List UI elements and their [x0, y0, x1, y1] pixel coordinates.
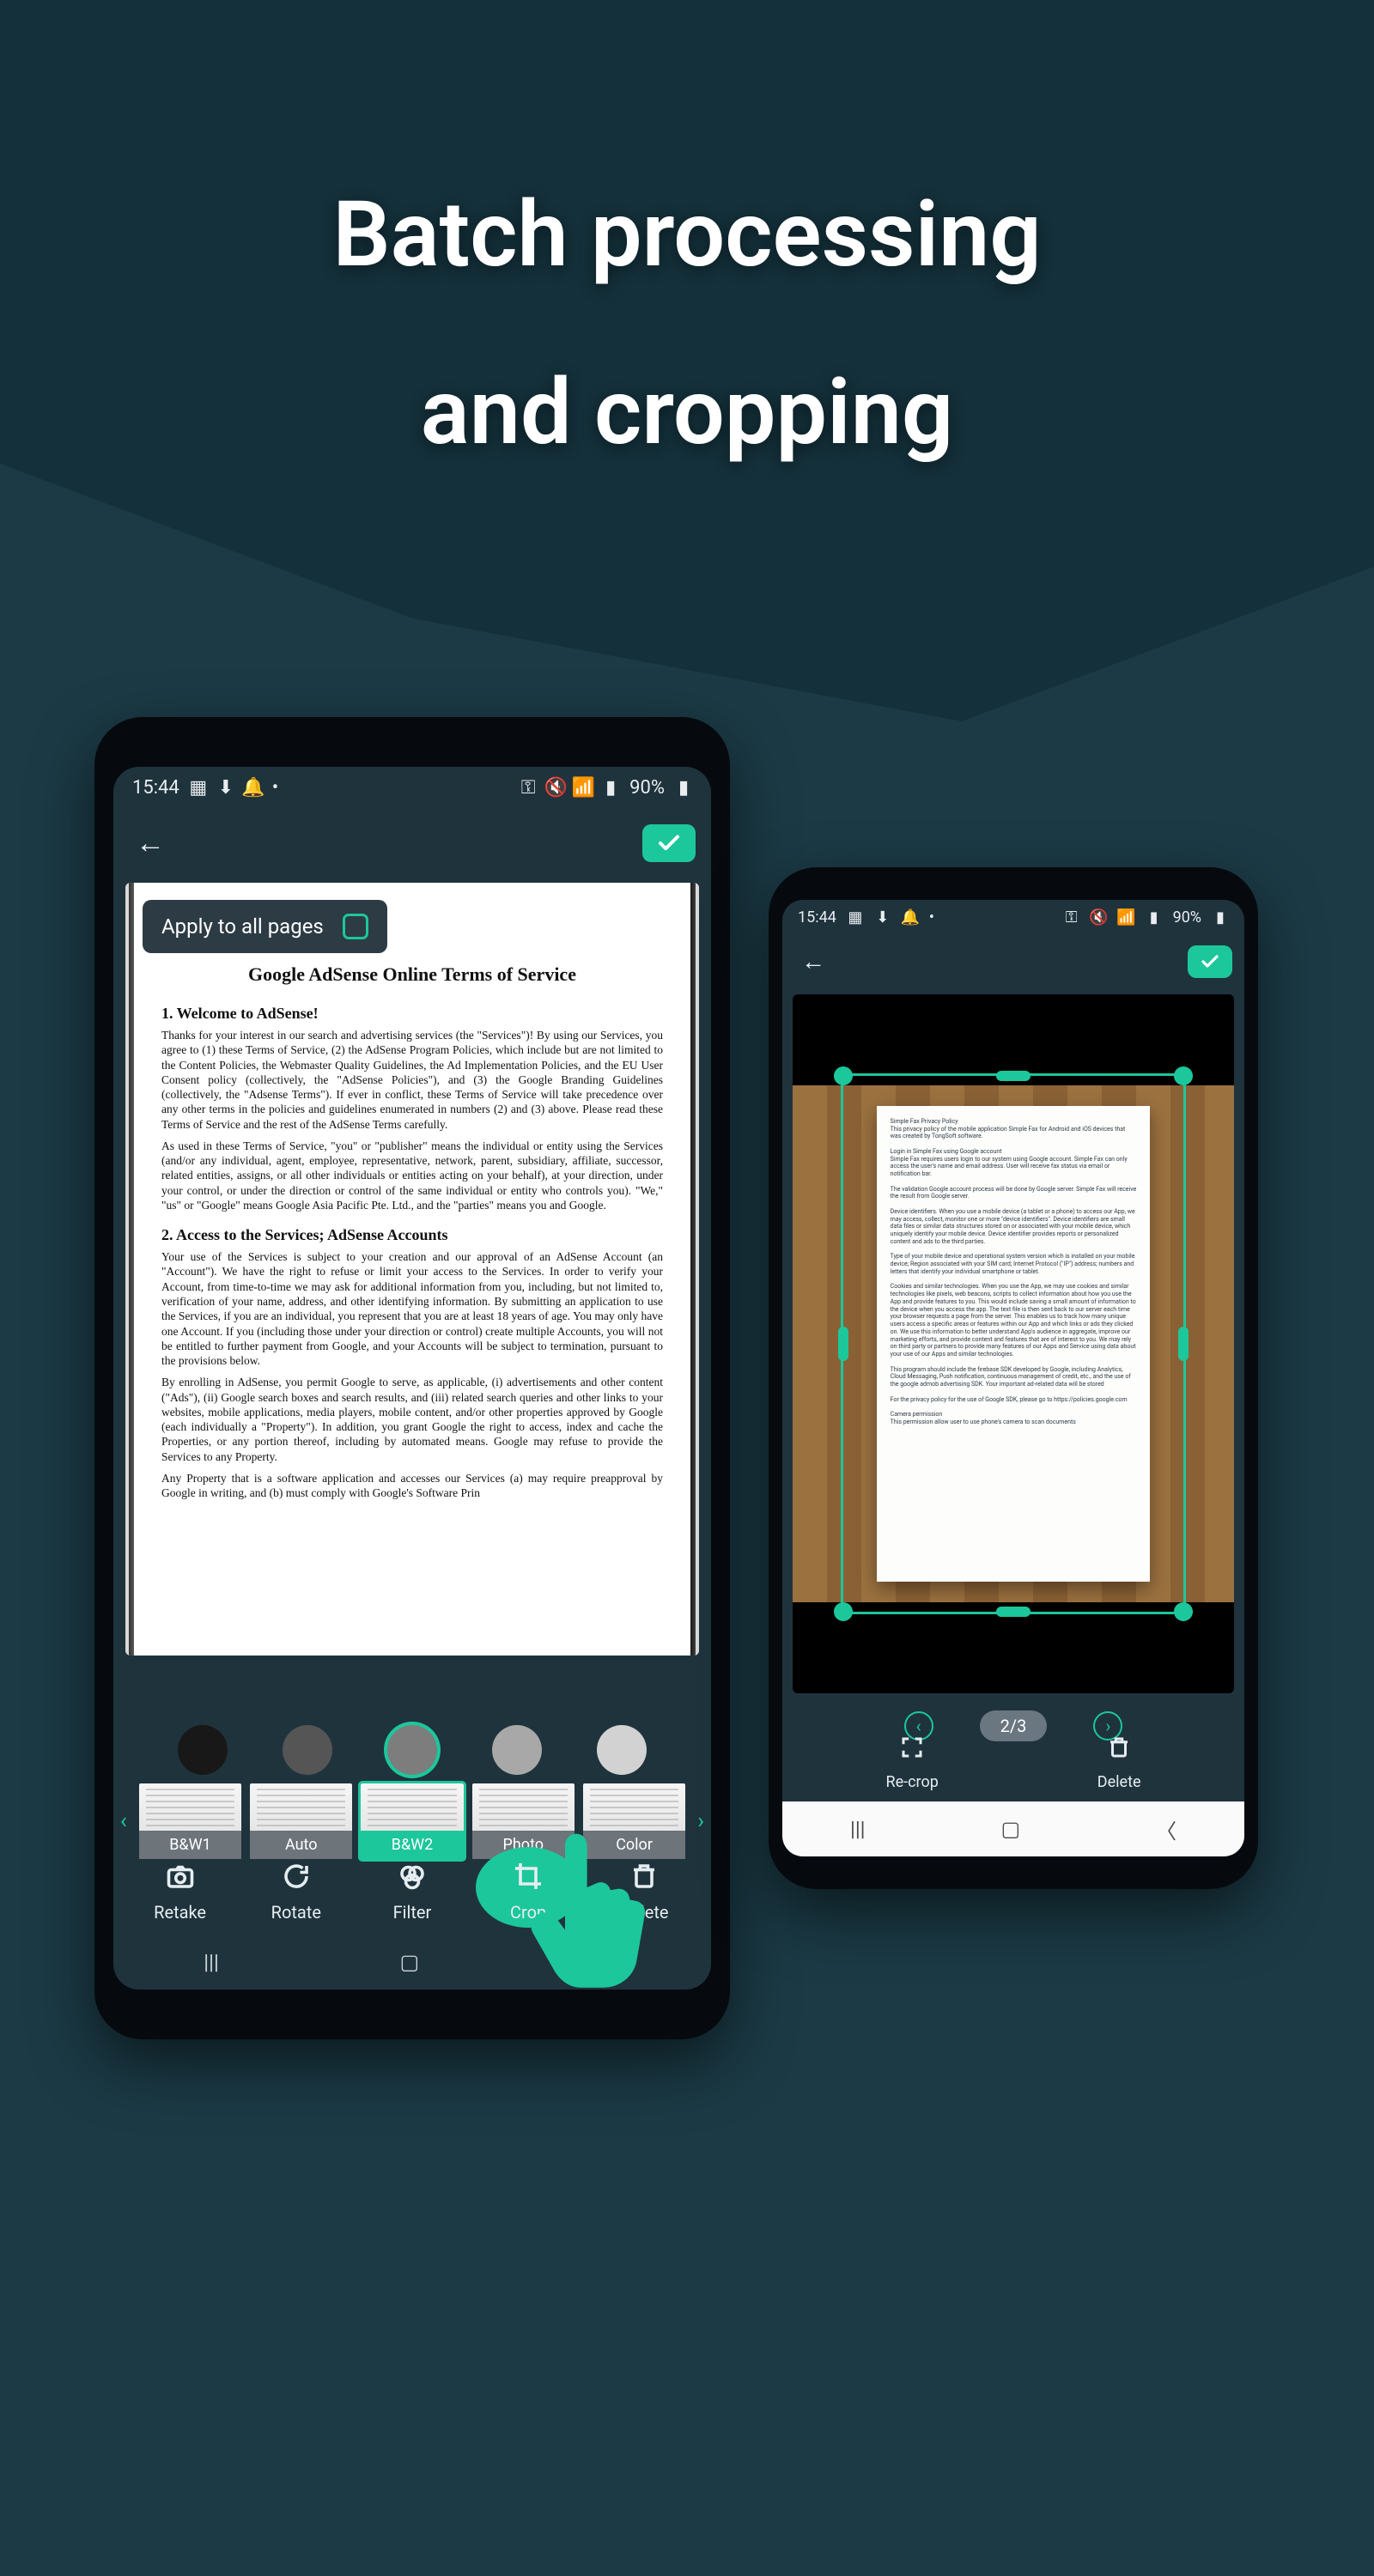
- crop-handle-corner[interactable]: [834, 1066, 853, 1085]
- bottom-toolbar: Retake Rotate Filter Crop: [113, 1847, 711, 1935]
- delete-label: Delete: [620, 1902, 668, 1923]
- phone-right: 15:44 ▦ ⬇ 🔔 • ⚿ 🔇 📶 ▮ 90% ▮ ←: [769, 867, 1258, 1889]
- crop-handle-corner[interactable]: [1174, 1066, 1193, 1085]
- tone-dot[interactable]: [597, 1725, 647, 1775]
- crop-handle-edge[interactable]: [1178, 1327, 1189, 1361]
- crop-button[interactable]: Crop: [481, 1859, 575, 1923]
- key-icon: ⚿: [1063, 909, 1080, 927]
- crop-stage[interactable]: Simple Fax Privacy Policy This privacy p…: [793, 994, 1234, 1693]
- status-battery: 90%: [1173, 908, 1201, 927]
- doc-paragraph: Thanks for your interest in our search a…: [161, 1028, 663, 1132]
- bell-icon: 🔔: [245, 780, 262, 797]
- signal-icon: ▮: [1146, 909, 1163, 927]
- filter-label: Filter: [393, 1902, 432, 1923]
- back-button[interactable]: ←: [129, 821, 172, 866]
- crop-handle-edge[interactable]: [996, 1071, 1030, 1081]
- hero-line-1: Batch processing: [0, 146, 1374, 324]
- download-icon: ⬇: [874, 909, 891, 927]
- status-time: 15:44: [798, 908, 836, 927]
- apply-to-all-toggle[interactable]: Apply to all pages: [143, 900, 387, 953]
- mute-icon: 🔇: [1091, 909, 1108, 927]
- retake-button[interactable]: Retake: [133, 1859, 228, 1923]
- document-preview[interactable]: Apply to all pages Google AdSense Online…: [125, 883, 699, 1656]
- wifi-icon: 📶: [1118, 909, 1135, 927]
- tone-dot[interactable]: [492, 1725, 542, 1775]
- document-body: Google AdSense Online Terms of Service 1…: [161, 951, 663, 1507]
- tone-selector: [113, 1718, 711, 1782]
- crop-label: Crop: [510, 1902, 546, 1923]
- download-icon: ⬇: [217, 780, 234, 797]
- status-bar: 15:44 ▦ ⬇ 🔔 • ⚿ 🔇 📶 ▮ 90% ▮: [113, 767, 711, 809]
- home-nav-icon[interactable]: ▢: [1000, 1817, 1020, 1841]
- bell-icon: 🔔: [902, 909, 919, 927]
- trash-icon: [1102, 1730, 1136, 1765]
- checkbox-icon[interactable]: [343, 914, 368, 939]
- image-icon: ▦: [190, 780, 207, 797]
- tone-dot[interactable]: [283, 1725, 332, 1775]
- recrop-button[interactable]: Re-crop: [885, 1730, 938, 1791]
- filter-button[interactable]: Filter: [365, 1859, 459, 1923]
- doc-title: Google AdSense Online Terms of Service: [161, 963, 663, 986]
- mute-icon: 🔇: [547, 780, 564, 797]
- rotate-icon: [279, 1859, 313, 1893]
- android-nav-bar: ||| ▢ 〈: [782, 1801, 1244, 1856]
- recents-nav-icon[interactable]: |||: [850, 1817, 866, 1841]
- confirm-button[interactable]: [1188, 945, 1232, 978]
- doc-heading-1: 1. Welcome to AdSense!: [161, 1005, 663, 1023]
- android-nav-bar: ||| ▢ 〈: [113, 1935, 711, 1990]
- expand-icon: [895, 1730, 929, 1765]
- image-icon: ▦: [847, 909, 864, 927]
- app-bar: ←: [782, 935, 1244, 987]
- camera-icon: [163, 1859, 198, 1893]
- doc-paragraph: As used in these Terms of Service, "you"…: [161, 1139, 663, 1212]
- back-nav-icon[interactable]: 〈: [1156, 1814, 1176, 1844]
- doc-paragraph: Your use of the Services is subject to y…: [161, 1249, 663, 1368]
- back-button[interactable]: ←: [794, 942, 832, 981]
- trash-icon: [627, 1859, 661, 1893]
- recrop-label: Re-crop: [885, 1773, 938, 1791]
- tone-dot[interactable]: [178, 1725, 228, 1775]
- crop-handle-edge[interactable]: [838, 1327, 848, 1361]
- battery-icon: ▮: [1212, 909, 1229, 927]
- battery-icon: ▮: [675, 780, 692, 797]
- status-time: 15:44: [132, 777, 179, 799]
- crop-handle-corner[interactable]: [1174, 1602, 1193, 1621]
- app-bar: ←: [113, 809, 711, 878]
- thumb-prev-button[interactable]: ‹: [117, 1808, 131, 1834]
- crop-frame[interactable]: [841, 1073, 1186, 1614]
- key-icon: ⚿: [520, 780, 537, 797]
- doc-paragraph: By enrolling in AdSense, you permit Goog…: [161, 1375, 663, 1464]
- confirm-button[interactable]: [642, 824, 696, 862]
- status-bar: 15:44 ▦ ⬇ 🔔 • ⚿ 🔇 📶 ▮ 90% ▮: [782, 900, 1244, 935]
- signal-icon: ▮: [602, 780, 619, 797]
- tone-dot[interactable]: [387, 1725, 437, 1775]
- bottom-toolbar: Re-crop Delete: [782, 1716, 1244, 1805]
- delete-label: Delete: [1097, 1773, 1141, 1791]
- delete-button[interactable]: Delete: [1097, 1730, 1141, 1791]
- wifi-icon: 📶: [575, 780, 592, 797]
- crop-handle-corner[interactable]: [834, 1602, 853, 1621]
- recents-nav-icon[interactable]: |||: [204, 1950, 219, 1974]
- retake-label: Retake: [154, 1902, 206, 1923]
- crop-handle-edge[interactable]: [996, 1607, 1030, 1617]
- hero-line-2: and cropping: [0, 324, 1374, 501]
- apply-to-all-label: Apply to all pages: [161, 914, 324, 939]
- phone-left: 15:44 ▦ ⬇ 🔔 • ⚿ 🔇 📶 ▮ 90% ▮ ←: [94, 717, 730, 2039]
- rotate-button[interactable]: Rotate: [249, 1859, 344, 1923]
- home-nav-icon[interactable]: ▢: [399, 1950, 419, 1974]
- doc-paragraph: Any Property that is a software applicat…: [161, 1471, 663, 1501]
- status-battery: 90%: [629, 777, 665, 799]
- thumb-next-button[interactable]: ›: [694, 1808, 708, 1834]
- rotate-label: Rotate: [271, 1902, 321, 1923]
- doc-heading-2: 2. Access to the Services; AdSense Accou…: [161, 1226, 663, 1244]
- crop-icon: [511, 1859, 545, 1893]
- hero-title: Batch processing and cropping: [0, 146, 1374, 501]
- delete-button[interactable]: Delete: [597, 1859, 691, 1923]
- filter-icon: [395, 1859, 429, 1893]
- back-nav-icon[interactable]: 〈: [600, 1947, 621, 1978]
